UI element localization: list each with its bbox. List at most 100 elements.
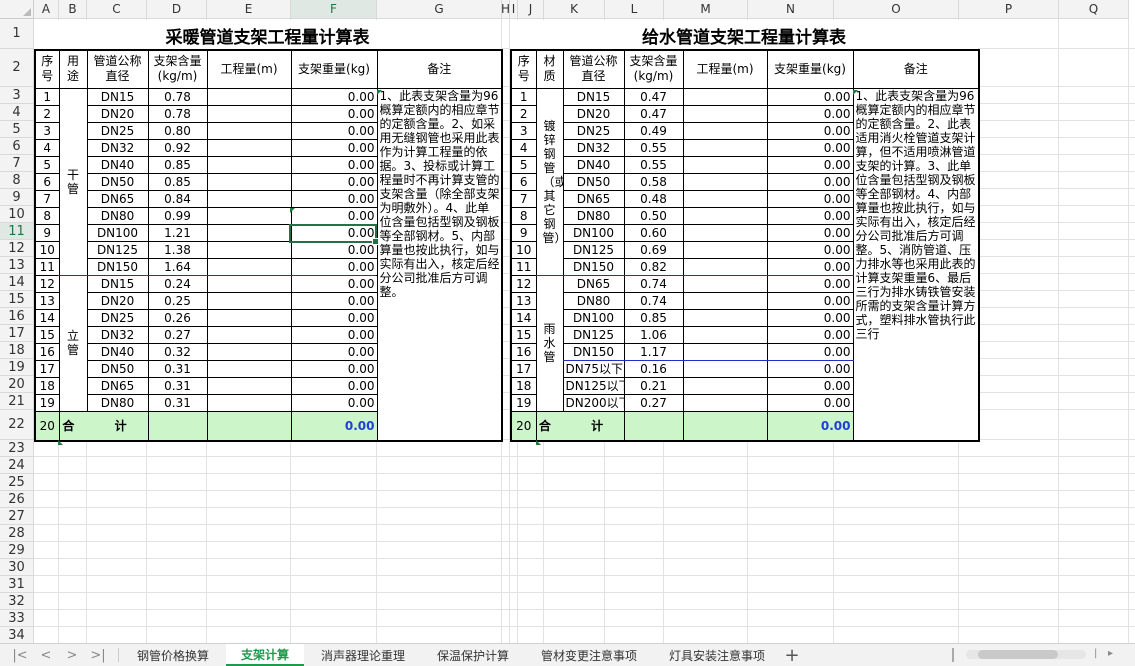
quantity-cell[interactable] bbox=[682, 342, 768, 361]
support-rate[interactable]: 0.25 bbox=[147, 291, 208, 310]
quantity-cell[interactable] bbox=[682, 359, 768, 378]
row-header-22[interactable]: 22 bbox=[0, 410, 34, 440]
column-header-k[interactable]: K bbox=[544, 0, 605, 19]
scroll-right-icon[interactable]: | bbox=[1094, 648, 1097, 659]
row-header-27[interactable]: 27 bbox=[0, 508, 34, 525]
row-number[interactable]: 11 bbox=[510, 257, 537, 276]
weight-cell[interactable]: 0.00 bbox=[290, 342, 378, 361]
row-header-18[interactable]: 18 bbox=[0, 342, 34, 359]
weight-cell[interactable]: 0.00 bbox=[766, 325, 854, 344]
row-header-25[interactable]: 25 bbox=[0, 474, 34, 491]
header-cell[interactable]: 工程量(m) bbox=[682, 49, 768, 89]
weight-cell[interactable]: 0.00 bbox=[290, 121, 378, 140]
pipe-diameter[interactable]: DN40 bbox=[562, 155, 625, 174]
total-weight[interactable]: 0.00 bbox=[290, 410, 378, 442]
row-header-4[interactable]: 4 bbox=[0, 104, 34, 121]
support-rate[interactable]: 0.31 bbox=[147, 376, 208, 395]
weight-cell[interactable]: 0.00 bbox=[766, 189, 854, 208]
row-header-17[interactable]: 17 bbox=[0, 325, 34, 342]
support-rate[interactable]: 0.27 bbox=[623, 393, 684, 412]
row-header-23[interactable]: 23 bbox=[0, 440, 34, 457]
row-number[interactable]: 4 bbox=[34, 138, 60, 157]
scroll-right-icon[interactable]: ▸ bbox=[1108, 648, 1113, 659]
row-number[interactable]: 8 bbox=[510, 206, 537, 225]
row-number[interactable]: 13 bbox=[34, 291, 60, 310]
support-rate[interactable]: 0.78 bbox=[147, 87, 208, 106]
weight-cell[interactable]: 0.00 bbox=[290, 393, 378, 412]
pipe-diameter[interactable]: DN20 bbox=[562, 104, 625, 123]
row-number[interactable]: 13 bbox=[510, 291, 537, 310]
row-number[interactable]: 5 bbox=[510, 155, 537, 174]
weight-cell[interactable]: 0.00 bbox=[290, 240, 378, 259]
support-rate[interactable]: 0.85 bbox=[623, 308, 684, 327]
support-rate[interactable]: 0.49 bbox=[623, 121, 684, 140]
pipe-diameter[interactable]: DN65 bbox=[562, 274, 625, 293]
weight-cell[interactable]: 0.00 bbox=[766, 155, 854, 174]
quantity-cell[interactable] bbox=[682, 240, 768, 259]
support-rate[interactable]: 0.47 bbox=[623, 104, 684, 123]
quantity-cell[interactable] bbox=[206, 325, 292, 344]
row-header-7[interactable]: 7 bbox=[0, 155, 34, 172]
group-label[interactable]: 立管 bbox=[58, 274, 88, 412]
quantity-cell[interactable] bbox=[206, 121, 292, 140]
row-number[interactable]: 14 bbox=[34, 308, 60, 327]
column-header-b[interactable]: B bbox=[59, 0, 87, 19]
row-header-28[interactable]: 28 bbox=[0, 525, 34, 542]
row-header-9[interactable]: 9 bbox=[0, 189, 34, 206]
quantity-cell[interactable] bbox=[682, 308, 768, 327]
row-header-12[interactable]: 12 bbox=[0, 240, 34, 257]
row-header-14[interactable]: 14 bbox=[0, 274, 34, 291]
support-rate[interactable]: 1.06 bbox=[623, 325, 684, 344]
column-header-i[interactable]: I bbox=[510, 0, 518, 19]
weight-cell[interactable]: 0.00 bbox=[766, 376, 854, 395]
support-rate[interactable]: 0.85 bbox=[147, 155, 208, 174]
quantity-cell[interactable] bbox=[682, 376, 768, 395]
quantity-cell[interactable] bbox=[682, 291, 768, 310]
weight-cell[interactable]: 0.00 bbox=[290, 274, 378, 293]
weight-cell[interactable]: 0.00 bbox=[766, 359, 854, 378]
pipe-diameter[interactable]: DN15 bbox=[562, 87, 625, 106]
pipe-diameter[interactable]: DN125 bbox=[562, 325, 625, 344]
column-header-a[interactable]: A bbox=[34, 0, 59, 19]
row-number[interactable]: 6 bbox=[510, 172, 537, 191]
support-rate[interactable]: 0.55 bbox=[623, 155, 684, 174]
total-rate-cell[interactable] bbox=[623, 410, 684, 442]
row-number[interactable]: 15 bbox=[34, 325, 60, 344]
weight-cell[interactable]: 0.00 bbox=[290, 308, 378, 327]
header-cell[interactable]: 管道公称直径 bbox=[562, 49, 625, 89]
support-rate[interactable]: 0.31 bbox=[147, 359, 208, 378]
pipe-diameter[interactable]: DN40 bbox=[86, 155, 149, 174]
row-header-30[interactable]: 30 bbox=[0, 559, 34, 576]
pipe-diameter[interactable]: DN100 bbox=[562, 223, 625, 242]
quantity-cell[interactable] bbox=[206, 87, 292, 106]
quantity-cell[interactable] bbox=[206, 342, 292, 361]
column-header-f[interactable]: F bbox=[291, 0, 377, 19]
header-cell[interactable]: 备注 bbox=[852, 49, 980, 89]
row-header-20[interactable]: 20 bbox=[0, 376, 34, 393]
last-sheet-icon[interactable]: >| bbox=[88, 647, 108, 663]
pipe-diameter[interactable]: DN125 bbox=[562, 240, 625, 259]
weight-cell[interactable]: 0.00 bbox=[290, 376, 378, 395]
row-number[interactable]: 2 bbox=[34, 104, 60, 123]
total-qty-cell[interactable] bbox=[206, 410, 292, 442]
quantity-cell[interactable] bbox=[206, 172, 292, 191]
pipe-diameter[interactable]: DN32 bbox=[86, 138, 149, 157]
first-sheet-icon[interactable]: |< bbox=[10, 647, 30, 663]
row-header-29[interactable]: 29 bbox=[0, 542, 34, 559]
header-cell[interactable]: 用途 bbox=[58, 49, 88, 89]
quantity-cell[interactable] bbox=[682, 138, 768, 157]
quantity-cell[interactable] bbox=[682, 223, 768, 242]
row-header-34[interactable]: 34 bbox=[0, 627, 34, 643]
quantity-cell[interactable] bbox=[206, 104, 292, 123]
total-rate-cell[interactable] bbox=[147, 410, 208, 442]
row-header-16[interactable]: 16 bbox=[0, 308, 34, 325]
support-rate[interactable]: 0.32 bbox=[147, 342, 208, 361]
weight-cell[interactable]: 0.00 bbox=[766, 172, 854, 191]
pipe-diameter[interactable]: DN65 bbox=[562, 189, 625, 208]
pipe-diameter[interactable]: DN150 bbox=[562, 257, 625, 276]
row-number[interactable]: 7 bbox=[34, 189, 60, 208]
tab-steel-price[interactable]: 钢管价格换算 bbox=[124, 644, 222, 666]
support-rate[interactable]: 0.78 bbox=[147, 104, 208, 123]
quantity-cell[interactable] bbox=[206, 223, 292, 242]
weight-cell[interactable]: 0.00 bbox=[766, 257, 854, 276]
